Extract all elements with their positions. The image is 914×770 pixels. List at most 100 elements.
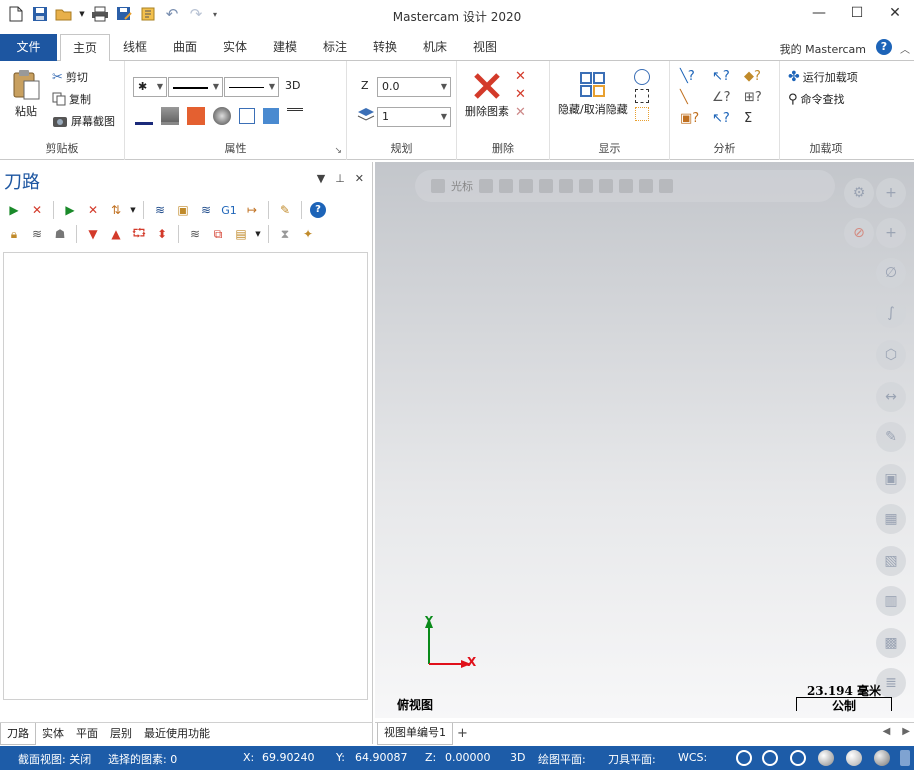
select-all-ops-icon[interactable]: ▶ [4,200,24,220]
set-attributes-icon[interactable] [263,108,279,124]
analyze-distance-icon[interactable]: ╲ [680,90,708,105]
tab-drafting[interactable]: 标注 [313,34,357,61]
post-selected-icon[interactable]: ↦ [242,200,262,220]
magic-wand-icon[interactable]: ✦ [298,224,318,244]
properties-icon[interactable] [138,4,158,24]
lock-selection-icon[interactable] [431,179,445,193]
deselect-ops-icon[interactable]: ✕ [27,200,47,220]
maximize-button[interactable]: ☐ [838,0,876,26]
hourglass-icon[interactable]: ⧗ [275,224,295,244]
construction-plane-status[interactable]: 绘图平面: [538,751,586,767]
print-icon[interactable] [90,4,110,24]
window-mode-icon[interactable] [619,179,633,193]
window-select-icon[interactable] [635,89,649,103]
line-style-select[interactable]: ▼ [168,77,223,97]
scroll-left-icon[interactable]: ◀ [883,726,891,737]
panel-tab-toolpaths[interactable]: 刀路 [0,723,36,745]
pin-icon[interactable]: ⊥ [335,172,345,185]
delete-duplicates-icon[interactable]: ✕ [515,69,526,84]
regenerate-dirty-icon[interactable]: ✕ [83,200,103,220]
simulate-icon[interactable]: ≋ [196,200,216,220]
g1-post-icon[interactable]: G1 [219,200,239,220]
add-point-icon[interactable]: + [876,218,906,248]
panel-close-icon[interactable]: ✕ [355,172,364,185]
mode-3d-status[interactable]: 3D [510,751,525,764]
globe-wire-icon[interactable] [762,750,778,766]
regenerate-selected-icon[interactable]: ▶ [60,200,80,220]
blank-icon[interactable] [634,69,650,85]
hide-unhide-button[interactable]: 隐藏/取消隐藏 [558,71,628,117]
viewport-settings-icon[interactable]: ⚙ [844,178,874,208]
analyze-volume-icon[interactable]: ◆? [744,69,772,84]
select-edge-icon[interactable] [579,179,593,193]
select-solid-icon[interactable] [519,179,533,193]
new-file-icon[interactable] [6,4,26,24]
tab-model-prep[interactable]: 建模 [263,34,307,61]
tab-view[interactable]: 视图 [463,34,507,61]
copy-button[interactable]: 复制 [52,91,91,107]
shaded-edges-sphere-icon[interactable] [846,750,862,766]
iso-view-icon[interactable]: ⬡ [876,340,906,370]
clear-colors-icon[interactable] [287,108,303,124]
toolpath-tree[interactable] [3,252,368,700]
stock-display-icon[interactable]: ⧉ [208,224,228,244]
toggle-display-icon[interactable]: ⇅ [106,200,126,220]
spline-icon[interactable]: ∫ [876,298,906,328]
undelete-icon[interactable]: ✕ [515,105,526,120]
tab-surfaces[interactable]: 曲面 [163,34,207,61]
move-down-icon[interactable]: ▼ [83,224,103,244]
solid-color-icon[interactable] [161,107,179,125]
grid-icon[interactable]: ▩ [876,628,906,658]
cut-button[interactable]: ✂ 剪切 [52,69,88,85]
viewsheet-tab[interactable]: 视图单编号1 [377,723,453,745]
level-field[interactable]: 1 ▼ [377,107,451,127]
tab-transform[interactable]: 转换 [363,34,407,61]
wireframe-sphere-icon[interactable] [790,750,806,766]
panel-menu-icon[interactable]: ▼ [317,172,325,185]
add-viewsheet-button[interactable]: + [457,726,468,741]
undo-icon[interactable]: ↶ [162,4,182,24]
clipping-icon[interactable]: ▥ [876,586,906,616]
minimize-button[interactable]: — [800,0,838,26]
tab-solids[interactable]: 实体 [213,34,257,61]
ghost-icon[interactable]: ☗ [50,224,70,244]
color-palette-icon[interactable]: ▧ [876,546,906,576]
material-icon[interactable] [213,107,231,125]
analyze-angle-icon[interactable]: ∠? [712,90,740,105]
screenshot-button[interactable]: 屏幕截图 [52,113,115,129]
circle-tool-icon[interactable]: ∅ [876,258,906,288]
panel-tab-solids[interactable]: 实体 [36,723,70,745]
verify-icon[interactable]: ▣ [173,200,193,220]
set-all-icon[interactable] [239,108,255,124]
translucent-sphere-icon[interactable] [874,750,890,766]
select-face-icon[interactable] [539,179,553,193]
analyze-chain-icon[interactable]: ⊞? [744,90,772,105]
analyze-entity-icon[interactable]: ╲? [680,69,708,84]
status-overflow-icon[interactable] [900,750,910,766]
chevron-down-icon[interactable]: ▼ [78,4,86,24]
show-selected-icon[interactable]: ≋ [185,224,205,244]
redo-icon[interactable]: ↷ [186,4,206,24]
add-view-icon[interactable]: + [876,178,906,208]
customize-qat-icon[interactable]: ▾ [210,4,220,24]
point-style-select[interactable]: ✱ ▼ [133,77,167,97]
graphics-viewport[interactable]: 光标 ⚙ + ⊘ + ∅ ∫ ⬡ ↔ ✎ ▣ ▦ ▧ ▥ ▩ ≣ Y X 俯视图… [375,162,914,718]
tab-wireframe[interactable]: 线框 [113,34,157,61]
tool-display-icon[interactable]: ▤ [231,224,251,244]
tab-machine[interactable]: 机床 [413,34,457,61]
delete-multiple-icon[interactable]: ✕ [515,87,526,102]
toggle-display-menu-icon[interactable]: ▼ [129,200,137,220]
wcs-status[interactable]: WCS: [678,751,707,764]
analyze-contour-icon[interactable]: ▣? [680,111,708,126]
z-depth-field[interactable]: 0.0 ▼ [377,77,451,97]
cursor-mode-label[interactable]: 光标 [451,178,473,194]
line-width-select[interactable]: ▼ [224,77,279,97]
save-icon[interactable] [30,4,50,24]
toolpath-help-icon[interactable]: ? [308,200,328,220]
select-body-icon[interactable] [559,179,573,193]
tool-plane-status[interactable]: 刀具平面: [608,751,656,767]
globe-icon[interactable] [736,750,752,766]
verify-selection-icon[interactable] [639,179,653,193]
delete-entities-button[interactable]: 删除图素 [465,71,509,119]
autocursor-icon[interactable] [479,179,493,193]
